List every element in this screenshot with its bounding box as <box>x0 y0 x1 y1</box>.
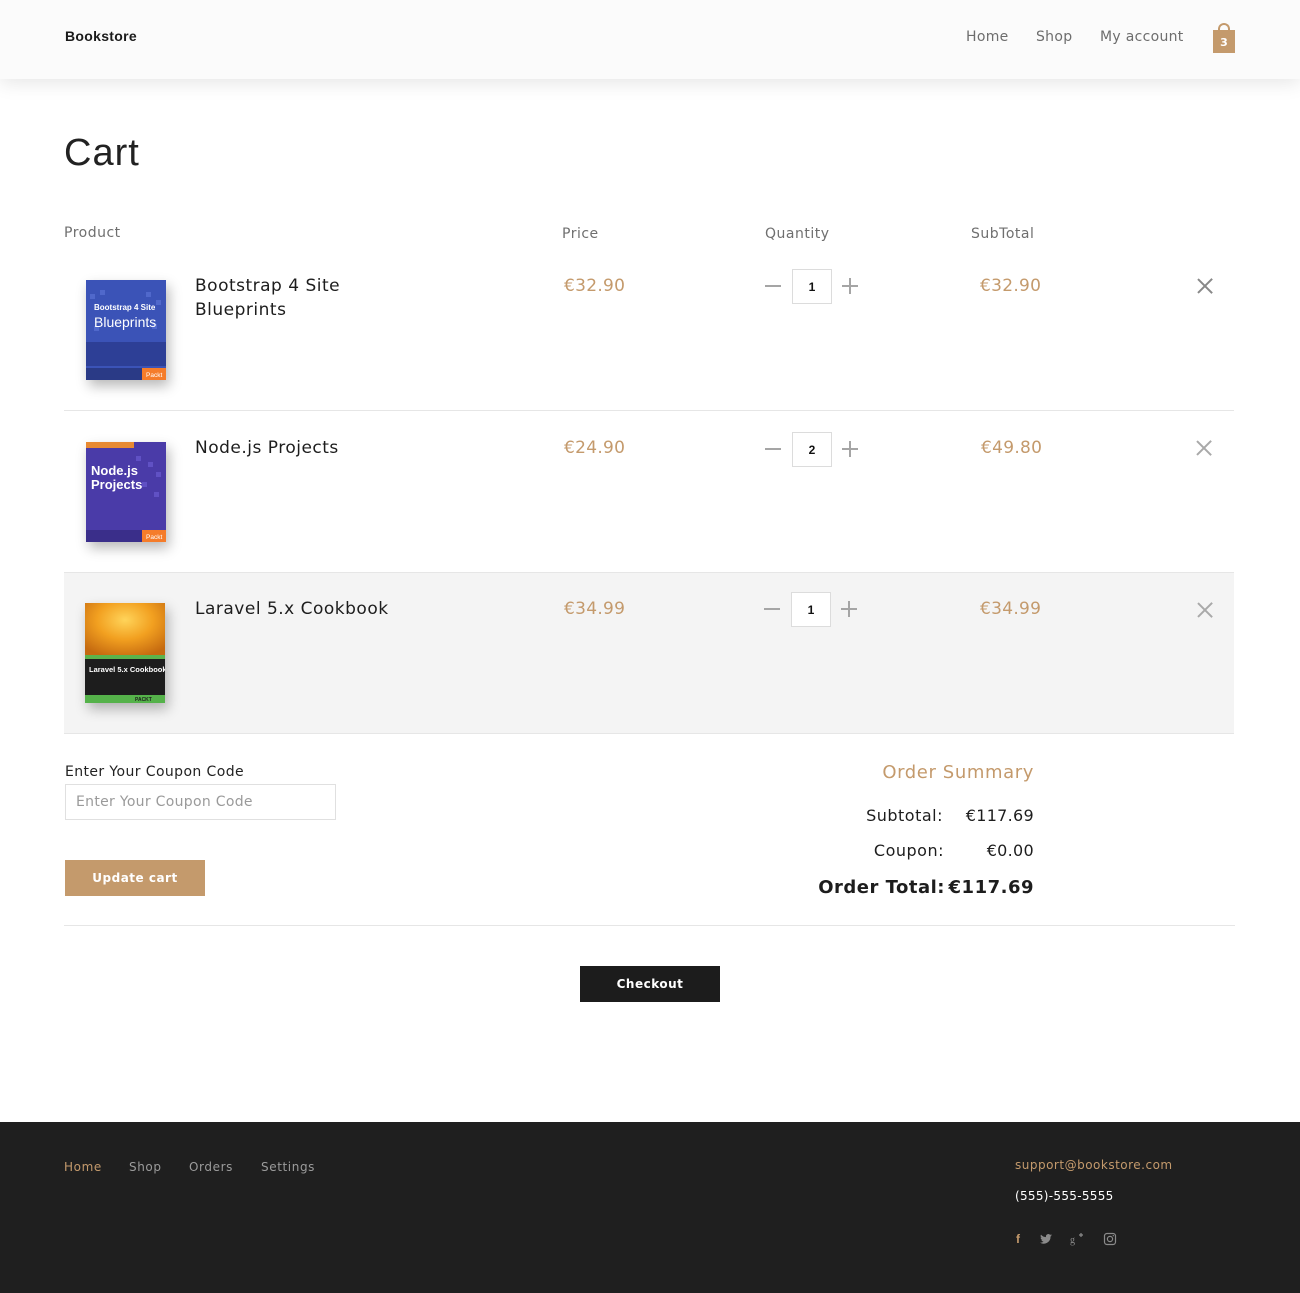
product-price: €32.90 <box>564 276 626 296</box>
footer-nav-shop-link[interactable]: Shop <box>129 1160 162 1174</box>
column-header-subtotal: SubTotal <box>971 226 1035 242</box>
column-header-price: Price <box>562 226 599 242</box>
cover-title-text: Laravel 5.x Cookbook <box>89 665 165 674</box>
cover-publisher-text: Packt <box>146 372 162 379</box>
update-cart-button[interactable]: Update cart <box>65 860 205 896</box>
cart-bag-icon[interactable]: 3 <box>1213 23 1235 53</box>
cart-row: Node.js Projects Packt Node.js Projects … <box>64 411 1234 573</box>
cover-publisher-text: Packt <box>146 534 162 541</box>
cover-title-text: Bootstrap 4 Site <box>94 303 156 312</box>
support-phone: (555)-555-5555 <box>1015 1189 1114 1203</box>
book-cover-image: Node.js Projects Packt <box>86 442 166 542</box>
support-email-link[interactable]: support@bookstore.com <box>1015 1158 1173 1172</box>
cart-row: Laravel 5.x Cookbook PACKT Laravel 5.x C… <box>64 573 1234 734</box>
svg-text:g: g <box>1070 1235 1075 1246</box>
order-summary-title: Order Summary <box>882 762 1034 783</box>
summary-subtotal-value: €117.69 <box>965 806 1034 825</box>
brand-logo[interactable]: Bookstore <box>65 28 137 44</box>
book-cover-image: Bootstrap 4 Site Blueprints Packt <box>86 280 166 380</box>
summary-coupon-label: Coupon: <box>873 841 944 860</box>
column-header-product: Product <box>64 225 121 241</box>
footer-nav-orders-link[interactable]: Orders <box>189 1160 233 1174</box>
nav-shop-link[interactable]: Shop <box>1036 29 1072 45</box>
increase-quantity-button[interactable] <box>842 278 858 294</box>
remove-item-icon[interactable] <box>1196 440 1212 456</box>
column-header-quantity: Quantity <box>765 226 830 242</box>
section-divider <box>64 925 1235 926</box>
decrease-quantity-button[interactable] <box>765 441 781 457</box>
quantity-input[interactable] <box>791 592 831 627</box>
cover-subtitle-text: Projects <box>91 477 142 492</box>
increase-quantity-button[interactable] <box>841 601 857 617</box>
item-subtotal: €32.90 <box>980 276 1042 296</box>
quantity-input[interactable] <box>792 432 832 467</box>
cover-subtitle-text: Blueprints <box>94 314 156 330</box>
book-cover-image: Laravel 5.x Cookbook PACKT <box>85 603 165 703</box>
google-plus-icon[interactable]: g <box>1070 1232 1084 1246</box>
order-total-value: €117.69 <box>948 877 1034 898</box>
footer-nav-home-link[interactable]: Home <box>64 1160 102 1174</box>
summary-subtotal-label: Subtotal: <box>866 806 943 825</box>
product-price: €24.90 <box>564 438 626 458</box>
coupon-code-input[interactable] <box>65 784 336 820</box>
order-total-label: Order Total: <box>818 877 945 898</box>
decrease-quantity-button[interactable] <box>765 278 781 294</box>
book-cover-art: Bootstrap 4 Site Blueprints Packt <box>86 280 166 380</box>
nav-home-link[interactable]: Home <box>966 29 1009 45</box>
twitter-icon[interactable] <box>1039 1232 1053 1246</box>
cover-title-text: Node.js <box>91 463 138 478</box>
product-name[interactable]: Bootstrap 4 Site Blueprints <box>195 274 395 322</box>
increase-quantity-button[interactable] <box>842 441 858 457</box>
summary-coupon-value: €0.00 <box>986 841 1034 860</box>
footer-nav-settings-link[interactable]: Settings <box>261 1160 315 1174</box>
book-cover-art: Laravel 5.x Cookbook PACKT <box>85 603 165 703</box>
book-cover-art: Node.js Projects Packt <box>86 442 166 542</box>
page-title: Cart <box>64 132 140 174</box>
product-name[interactable]: Node.js Projects <box>195 436 395 460</box>
cover-publisher-text: PACKT <box>135 697 152 703</box>
instagram-icon[interactable] <box>1103 1232 1117 1246</box>
item-subtotal: €34.99 <box>980 599 1042 619</box>
site-footer: Home Shop Orders Settings support@bookst… <box>0 1122 1300 1293</box>
coupon-label: Enter Your Coupon Code <box>65 764 244 780</box>
cart-row: Bootstrap 4 Site Blueprints Packt Bootst… <box>64 258 1234 411</box>
decrease-quantity-button[interactable] <box>764 601 780 617</box>
checkout-button[interactable]: Checkout <box>580 966 720 1002</box>
nav-my-account-link[interactable]: My account <box>1100 29 1184 45</box>
product-name[interactable]: Laravel 5.x Cookbook <box>195 597 455 621</box>
site-header: Bookstore Home Shop My account 3 <box>0 0 1300 79</box>
remove-item-icon[interactable] <box>1197 602 1213 618</box>
remove-item-icon[interactable] <box>1197 278 1213 294</box>
product-price: €34.99 <box>564 599 626 619</box>
quantity-input[interactable] <box>792 269 832 304</box>
facebook-icon[interactable]: f <box>1011 1232 1025 1246</box>
cart-count-badge: 3 <box>1213 30 1235 53</box>
item-subtotal: €49.80 <box>981 438 1043 458</box>
